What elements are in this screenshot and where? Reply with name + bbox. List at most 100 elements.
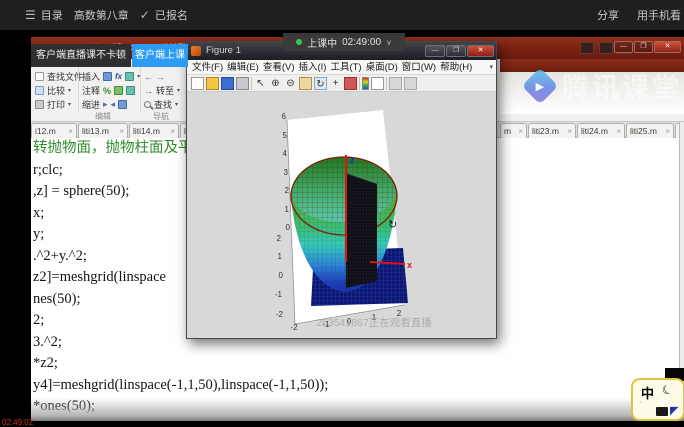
tab-label: liti25.m xyxy=(630,126,657,136)
zoom-in-icon[interactable]: ⊕ xyxy=(269,77,282,90)
close-button[interactable]: ✕ xyxy=(467,45,494,57)
ime-mode-indicator[interactable]: 中 xyxy=(641,383,654,402)
close-icon[interactable]: × xyxy=(170,127,175,136)
editor-tab[interactable]: liti25.m × xyxy=(626,123,674,138)
chevron-down-icon: ∨ xyxy=(386,38,392,47)
zoom-out-icon[interactable]: ⊖ xyxy=(284,77,297,90)
insert-block-icon xyxy=(125,72,134,81)
maximize-button[interactable]: ❐ xyxy=(446,45,466,57)
maximize-button[interactable]: ❐ xyxy=(634,41,653,53)
link-plot-icon[interactable] xyxy=(389,77,402,90)
ime-keyboard-icon[interactable] xyxy=(656,407,668,416)
compare-label: 比较 xyxy=(47,84,65,97)
menu-tools[interactable]: 工具(T) xyxy=(328,60,363,75)
close-button[interactable]: ✕ xyxy=(654,41,681,53)
caret-icon: ▾ xyxy=(68,87,71,94)
editor-tab[interactable]: liti24.m × xyxy=(577,123,625,138)
viewer-watermark: 263541867正在观看直播 xyxy=(316,316,432,329)
enrolled-status: ✓ 已报名 xyxy=(140,7,188,23)
close-icon[interactable]: × xyxy=(518,127,523,136)
editor-tab[interactable]: m × xyxy=(500,123,527,138)
open-file-icon[interactable] xyxy=(206,77,219,90)
header-right: 分享 用手机看 xyxy=(597,0,681,30)
compare-button[interactable]: 比较 ▾ xyxy=(35,85,83,96)
window-bottom-gradient xyxy=(31,398,684,421)
toolbar-separator xyxy=(386,77,387,90)
share-button[interactable]: 分享 xyxy=(597,7,619,23)
comment-label: 注释 xyxy=(82,84,100,97)
ime-toolbar[interactable]: 中 ☾ ` ◤ xyxy=(631,378,684,421)
editor-tab[interactable]: liti23.m × xyxy=(528,123,576,138)
dock-caret-icon[interactable]: ▾ xyxy=(489,60,493,75)
vertical-plane-surface xyxy=(345,173,377,288)
ribbon-file-group: 查找文件 比较 ▾ 打印 ▾ xyxy=(35,71,83,110)
menu-desktop[interactable]: 桌面(D) xyxy=(364,60,400,75)
x-axis-label: x xyxy=(407,260,412,270)
menu-view[interactable]: 查看(V) xyxy=(261,60,297,75)
figure-canvas[interactable]: 6 5 4 3 2 1 0 2 1 0 -1 -2 -2 -1 0 1 2 xyxy=(187,92,496,338)
brush-tool-icon[interactable] xyxy=(344,77,357,90)
menu-help[interactable]: 帮助(H) xyxy=(438,60,474,75)
z-tick: 3 xyxy=(284,168,289,177)
colorbar-icon[interactable] xyxy=(362,77,369,90)
minimize-button[interactable]: — xyxy=(614,41,633,53)
matlab-window-controls: — ❐ ✕ xyxy=(614,41,681,53)
ime-punctuation-icon[interactable]: ` xyxy=(639,400,642,410)
data-cursor-icon[interactable]: + xyxy=(329,77,342,90)
new-figure-icon[interactable] xyxy=(191,77,204,90)
pointer-tool-icon[interactable]: ↖ xyxy=(254,77,267,90)
find-label: 查找 xyxy=(154,98,172,111)
toc-menu[interactable]: ☰ 目录 xyxy=(25,7,63,23)
menu-insert[interactable]: 插入(I) xyxy=(296,60,328,75)
tab-label: m xyxy=(504,126,511,136)
z-tick: 0 xyxy=(286,223,291,232)
close-icon[interactable]: × xyxy=(567,127,572,136)
close-icon[interactable]: × xyxy=(665,127,670,136)
pan-tool-icon[interactable] xyxy=(299,77,312,90)
find-files-icon xyxy=(35,72,44,81)
dock-figure-icon[interactable] xyxy=(404,77,417,90)
minimize-button[interactable]: — xyxy=(425,45,445,57)
close-icon[interactable]: × xyxy=(68,127,73,136)
wrap-comment-icon xyxy=(126,86,135,95)
menu-window[interactable]: 窗口(W) xyxy=(400,60,438,75)
nav-history-buttons[interactable]: ← → xyxy=(144,71,180,82)
editor-tab[interactable]: liti14.m × xyxy=(129,123,179,138)
client-tab-live[interactable]: 客户端直播课不卡顿 xyxy=(31,44,131,67)
ime-fullwidth-moon-icon[interactable]: ☾ xyxy=(660,381,676,398)
y-tick: -2 xyxy=(276,310,284,319)
menu-file[interactable]: 文件(F) xyxy=(190,60,225,75)
save-icon[interactable] xyxy=(221,77,234,90)
mini-icon xyxy=(599,42,613,54)
editor-tab[interactable]: liti13.m × xyxy=(78,123,128,138)
comment-icon: % xyxy=(103,86,111,96)
close-icon[interactable]: × xyxy=(616,127,621,136)
close-icon[interactable]: × xyxy=(119,127,124,136)
figure-window[interactable]: Figure 1 — ❐ ✕ 文件(F) 编辑(E) 查看(V) 插入(I) 工… xyxy=(186,41,497,339)
legend-icon[interactable] xyxy=(371,77,384,90)
watch-on-phone-button[interactable]: 用手机看 xyxy=(637,7,681,23)
figure-toolbar: ↖ ⊕ ⊖ ↻ + xyxy=(187,75,496,92)
insert-button[interactable]: 插入 fx ▾ xyxy=(82,71,140,82)
client-tab-classroom[interactable]: 客户端上课 xyxy=(132,44,188,67)
uncomment-icon xyxy=(114,86,123,95)
rotate3d-tool-icon[interactable]: ↻ xyxy=(314,77,327,90)
z-axis-label: z xyxy=(350,155,355,165)
comment-button[interactable]: 注释 % xyxy=(82,85,140,96)
goto-button[interactable]: → 转至 ▾ xyxy=(144,85,180,96)
status-label: 上课中 xyxy=(307,35,337,50)
recording-timestamp: 02:49:02 xyxy=(2,418,33,427)
print-icon[interactable] xyxy=(236,77,249,90)
class-status-badge[interactable]: 上课中 02:49:00 ∨ xyxy=(283,33,405,51)
caret-icon: ▾ xyxy=(177,87,180,94)
caret-icon: ▾ xyxy=(68,101,71,108)
find-button[interactable]: 查找 ▾ xyxy=(144,99,180,110)
editor-tab[interactable]: i12.m × xyxy=(31,123,77,138)
print-button[interactable]: 打印 ▾ xyxy=(35,99,83,110)
course-title: 高数第八章 xyxy=(74,7,129,23)
menu-edit[interactable]: 编辑(E) xyxy=(225,60,261,75)
toolbar-separator xyxy=(251,77,252,90)
search-icon xyxy=(144,101,151,108)
find-files-button[interactable]: 查找文件 xyxy=(35,71,83,82)
indent-button[interactable]: 缩进 ▸ ◂ xyxy=(82,99,140,110)
